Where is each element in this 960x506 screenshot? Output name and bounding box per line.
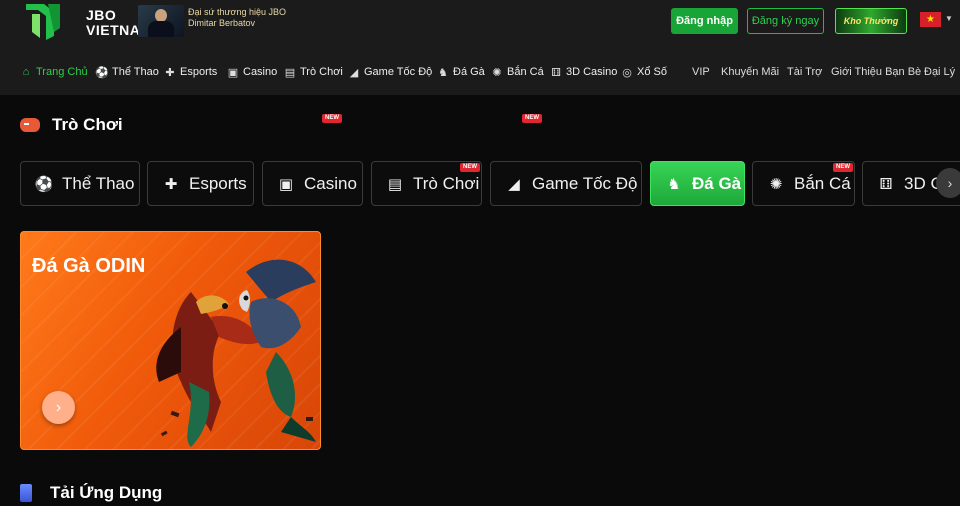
gamepad-icon: ✚ bbox=[164, 175, 178, 193]
chevron-right-icon: › bbox=[55, 398, 62, 416]
lottery-icon: ◎ bbox=[622, 66, 632, 79]
dice-icon: ⚅ bbox=[879, 175, 893, 193]
ambassador-banner[interactable]: Đại sứ thương hiệu JBO Dimitar Berbatov bbox=[138, 5, 338, 37]
site-header: JBO VIETNAM Đại sứ thương hiệu JBO Dimit… bbox=[0, 0, 960, 123]
tab-sports[interactable]: ⚽ Thể Thao bbox=[20, 161, 140, 206]
login-button[interactable]: Đăng nhập bbox=[671, 8, 738, 34]
ambassador-title: Đại sứ thương hiệu JBO bbox=[188, 7, 286, 17]
nav-item-3d-casino[interactable]: ⚅ 3D Casino bbox=[550, 62, 617, 82]
smartphone-icon bbox=[20, 484, 32, 502]
new-badge: NEW bbox=[460, 163, 480, 172]
nav-link-promotions[interactable]: Khuyến Mãi bbox=[721, 62, 779, 82]
scroll-right-button[interactable]: › bbox=[936, 168, 960, 198]
ambassador-name: Dimitar Berbatov bbox=[188, 18, 256, 28]
slot-machine-icon: ▤ bbox=[284, 66, 296, 79]
main-nav: ⌂ Trang Chủ ⚽ Thể Thao ✚ Esports ▣ Casin… bbox=[0, 62, 960, 123]
nav-item-games[interactable]: ▤ Trò Chơi bbox=[284, 62, 343, 82]
speed-icon: ◢ bbox=[349, 66, 359, 79]
vietnam-flag-icon[interactable]: ★ bbox=[920, 12, 941, 27]
rooster-icon: ♞ bbox=[438, 66, 448, 79]
register-button[interactable]: Đăng ký ngay bbox=[747, 8, 824, 34]
soccer-ball-icon: ⚽ bbox=[34, 175, 54, 193]
home-icon: ⌂ bbox=[22, 66, 30, 78]
nav-link-sponsorship[interactable]: Tài Trợ bbox=[787, 62, 822, 82]
game-card-odin-cockfight[interactable]: Đá Gà ODIN › bbox=[20, 231, 321, 450]
jbo-logo-mark-icon bbox=[26, 4, 60, 40]
fish-icon: ✺ bbox=[769, 175, 783, 193]
fighting-roosters-image bbox=[156, 259, 316, 447]
play-button[interactable]: › bbox=[42, 391, 75, 424]
new-badge: NEW bbox=[522, 114, 542, 123]
nav-item-casino[interactable]: ▣ Casino bbox=[227, 62, 277, 82]
games-section-title: Trò Chơi bbox=[20, 114, 123, 136]
cards-icon: ▣ bbox=[227, 66, 239, 79]
gamepad-icon: ✚ bbox=[165, 66, 175, 79]
chevron-down-icon[interactable]: ▼ bbox=[945, 14, 953, 23]
nav-link-vip[interactable]: VIP bbox=[692, 62, 710, 82]
new-badge: NEW bbox=[833, 163, 853, 172]
speed-icon: ◢ bbox=[508, 175, 520, 193]
tab-esports[interactable]: ✚ Esports bbox=[147, 161, 254, 206]
nav-item-lottery[interactable]: ◎ Xổ Số bbox=[621, 62, 667, 82]
jbo-logo[interactable]: JBO VIETNAM bbox=[24, 2, 152, 42]
nav-item-home[interactable]: ⌂ Trang Chủ bbox=[20, 62, 88, 82]
nav-item-sports[interactable]: ⚽ Thể Thao bbox=[95, 62, 159, 82]
nav-item-cockfight[interactable]: ♞ Đá Gà bbox=[437, 62, 485, 82]
app-section-title: Tải Ứng Dụng bbox=[20, 482, 162, 504]
soccer-ball-icon: ⚽ bbox=[95, 66, 109, 79]
nav-link-agent[interactable]: Đại Lý bbox=[924, 62, 955, 82]
tab-fishing[interactable]: ✺ Bắn Cá NEW bbox=[752, 161, 855, 206]
chevron-right-icon: › bbox=[947, 175, 953, 191]
nav-link-referral[interactable]: Giới Thiệu Bạn Bè bbox=[831, 62, 921, 82]
gamepad-icon bbox=[20, 118, 40, 132]
tab-cockfight[interactable]: ♞ Đá Gà bbox=[650, 161, 745, 206]
nav-item-speed-games[interactable]: ◢ Game Tốc Độ bbox=[348, 62, 433, 82]
ambassador-photo bbox=[138, 5, 184, 37]
tab-speed-games[interactable]: ◢ Game Tốc Độ bbox=[490, 161, 642, 206]
dice-icon: ⚅ bbox=[551, 66, 561, 79]
fish-icon: ✺ bbox=[492, 66, 502, 79]
rooster-icon: ♞ bbox=[667, 175, 681, 193]
nav-item-fishing[interactable]: ✺ Bắn Cá bbox=[491, 62, 543, 82]
new-badge: NEW bbox=[322, 114, 342, 123]
slot-machine-icon: ▤ bbox=[387, 175, 403, 193]
cards-icon: ▣ bbox=[278, 175, 294, 193]
reward-button[interactable]: Kho Thưởng bbox=[835, 8, 907, 34]
tab-games[interactable]: ▤ Trò Chơi NEW bbox=[371, 161, 482, 206]
game-card-title: Đá Gà ODIN bbox=[32, 255, 146, 277]
tab-casino[interactable]: ▣ Casino bbox=[262, 161, 363, 206]
nav-item-esports[interactable]: ✚ Esports bbox=[164, 62, 217, 82]
